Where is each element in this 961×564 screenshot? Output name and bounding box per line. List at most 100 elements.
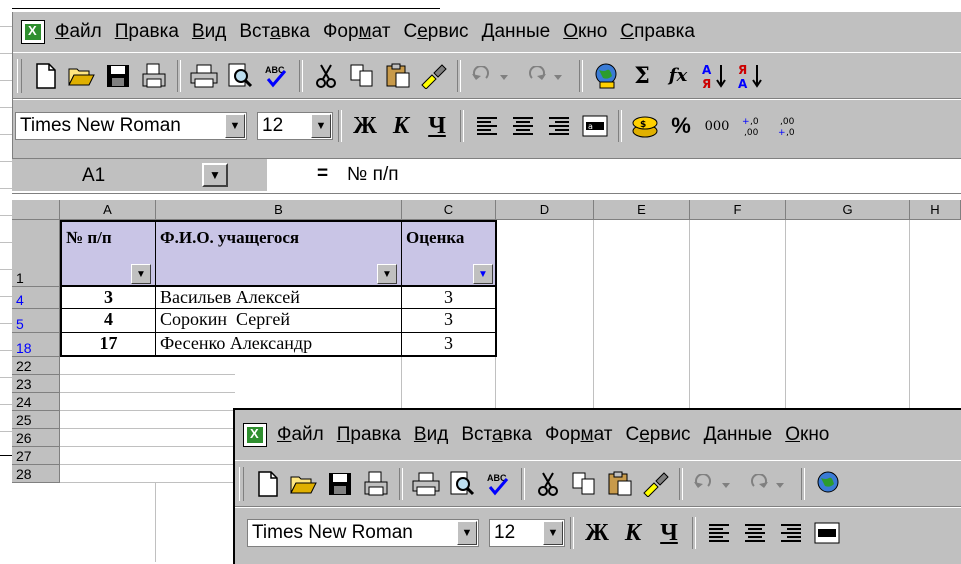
cut-icon[interactable] — [308, 58, 344, 94]
column-header-a[interactable]: A — [60, 200, 156, 220]
header-cell-name[interactable]: Ф.И.О. учащегося — [156, 220, 402, 287]
cell-c4[interactable]: 3 — [402, 287, 497, 309]
copy-icon[interactable] — [344, 58, 380, 94]
column-header-h[interactable]: H — [910, 200, 961, 220]
paste-icon[interactable] — [602, 466, 638, 502]
format-painter-icon[interactable] — [416, 58, 452, 94]
toolbar-grip[interactable] — [239, 466, 244, 501]
preview-icon[interactable] — [444, 466, 480, 502]
font-size-combo[interactable]: 12 ▼ — [489, 519, 565, 547]
font-name-combo[interactable]: Times New Roman ▼ — [247, 519, 479, 547]
open-icon[interactable] — [286, 466, 322, 502]
web-icon[interactable] — [588, 58, 624, 94]
merge-center-icon[interactable] — [809, 515, 845, 551]
menu-tools[interactable]: Сервис — [625, 424, 690, 446]
font-name-combo[interactable]: Times New Roman ▼ — [15, 112, 247, 140]
cell-a5[interactable]: 4 — [60, 309, 156, 333]
undo-icon[interactable] — [688, 466, 742, 502]
row-header-5[interactable]: 5 — [12, 309, 60, 333]
menu-window[interactable]: Окно — [563, 21, 607, 43]
chevron-down-icon[interactable]: ▼ — [543, 521, 563, 545]
sort-asc-icon[interactable]: АЯ — [696, 58, 732, 94]
open-icon[interactable] — [64, 58, 100, 94]
formula-equals[interactable]: = — [317, 163, 328, 185]
menu-data[interactable]: Данные — [704, 424, 773, 446]
menu-data[interactable]: Данные — [482, 21, 551, 43]
column-header-e[interactable]: E — [594, 200, 690, 220]
menu-format[interactable]: Формат — [545, 424, 613, 446]
row-header-25[interactable]: 25 — [12, 411, 60, 429]
thousands-button[interactable]: 000 — [699, 108, 735, 144]
row-header-1[interactable]: 1 — [12, 220, 60, 287]
autofilter-dropdown-a[interactable]: ▼ — [131, 264, 151, 284]
menu-format[interactable]: Формат — [323, 21, 391, 43]
spelling-icon[interactable]: ABC — [480, 466, 516, 502]
new-icon[interactable] — [28, 58, 64, 94]
menu-view[interactable]: Вид — [414, 424, 448, 446]
align-center-icon[interactable] — [737, 515, 773, 551]
increase-decimal-icon[interactable]: + ,0,00 — [735, 108, 771, 144]
italic-button[interactable]: К — [383, 108, 419, 144]
bold-button[interactable]: Ж — [347, 108, 383, 144]
menu-window[interactable]: Окно — [785, 424, 829, 446]
toolbar-grip[interactable] — [17, 58, 22, 93]
new-icon[interactable] — [250, 466, 286, 502]
menu-insert[interactable]: Вставка — [239, 21, 310, 43]
row-header-22[interactable]: 22 — [12, 357, 60, 375]
cell-b18[interactable]: Фесенко Александр — [156, 333, 402, 357]
copy-icon[interactable] — [566, 466, 602, 502]
underline-button[interactable]: Ч — [651, 515, 687, 551]
preview-icon[interactable] — [222, 58, 258, 94]
menu-tools[interactable]: Сервис — [403, 21, 468, 43]
menu-view[interactable]: Вид — [192, 21, 226, 43]
align-right-icon[interactable] — [541, 108, 577, 144]
chevron-down-icon[interactable]: ▼ — [457, 521, 477, 545]
cell-b5[interactable]: Сорокин Сергей — [156, 309, 402, 333]
column-header-b[interactable]: B — [156, 200, 402, 220]
excel-app-icon[interactable] — [21, 20, 45, 44]
row-header-27[interactable]: 27 — [12, 447, 60, 465]
print-preview-icon[interactable] — [358, 466, 394, 502]
formula-content[interactable]: № п/п — [347, 159, 961, 191]
column-header-f[interactable]: F — [690, 200, 786, 220]
autofilter-dropdown-c[interactable]: ▼ — [473, 264, 493, 284]
cell-c18[interactable]: 3 — [402, 333, 497, 357]
column-header-c[interactable]: C — [402, 200, 496, 220]
column-header-d[interactable]: D — [496, 200, 594, 220]
format-painter-icon[interactable] — [638, 466, 674, 502]
decrease-decimal-icon[interactable]: ,00 + ,0 — [771, 108, 807, 144]
row-header-4[interactable]: 4 — [12, 287, 60, 309]
menu-edit[interactable]: Правка — [115, 21, 179, 43]
percent-button[interactable]: % — [663, 108, 699, 144]
column-header-g[interactable]: G — [786, 200, 910, 220]
menu-file[interactable]: Файл — [277, 424, 324, 446]
function-icon[interactable]: fx — [660, 58, 696, 94]
align-left-icon[interactable] — [469, 108, 505, 144]
row-header-28[interactable]: 28 — [12, 465, 60, 483]
menu-help[interactable]: Справка — [620, 21, 695, 43]
bold-button[interactable]: Ж — [579, 515, 615, 551]
excel-app-icon[interactable] — [243, 423, 267, 447]
cell-a18[interactable]: 17 — [60, 333, 156, 357]
select-all-corner[interactable] — [12, 200, 60, 220]
spelling-icon[interactable]: ABC — [258, 58, 294, 94]
menu-file[interactable]: Файл — [55, 21, 102, 43]
italic-button[interactable]: К — [615, 515, 651, 551]
row-header-24[interactable]: 24 — [12, 393, 60, 411]
align-left-icon[interactable] — [701, 515, 737, 551]
print-icon[interactable] — [408, 466, 444, 502]
row-header-18[interactable]: 18 — [12, 333, 60, 357]
web-icon[interactable] — [810, 466, 846, 502]
sum-icon[interactable]: Σ — [624, 58, 660, 94]
sort-desc-icon[interactable]: ЯА — [732, 58, 768, 94]
chevron-down-icon[interactable]: ▼ — [225, 114, 245, 138]
paste-icon[interactable] — [380, 58, 416, 94]
row-header-23[interactable]: 23 — [12, 375, 60, 393]
merge-center-icon[interactable]: a — [577, 108, 613, 144]
save-icon[interactable] — [100, 58, 136, 94]
menu-insert[interactable]: Вставка — [461, 424, 532, 446]
font-size-combo[interactable]: 12 ▼ — [257, 112, 333, 140]
align-right-icon[interactable] — [773, 515, 809, 551]
align-center-icon[interactable] — [505, 108, 541, 144]
undo-icon[interactable] — [466, 58, 520, 94]
